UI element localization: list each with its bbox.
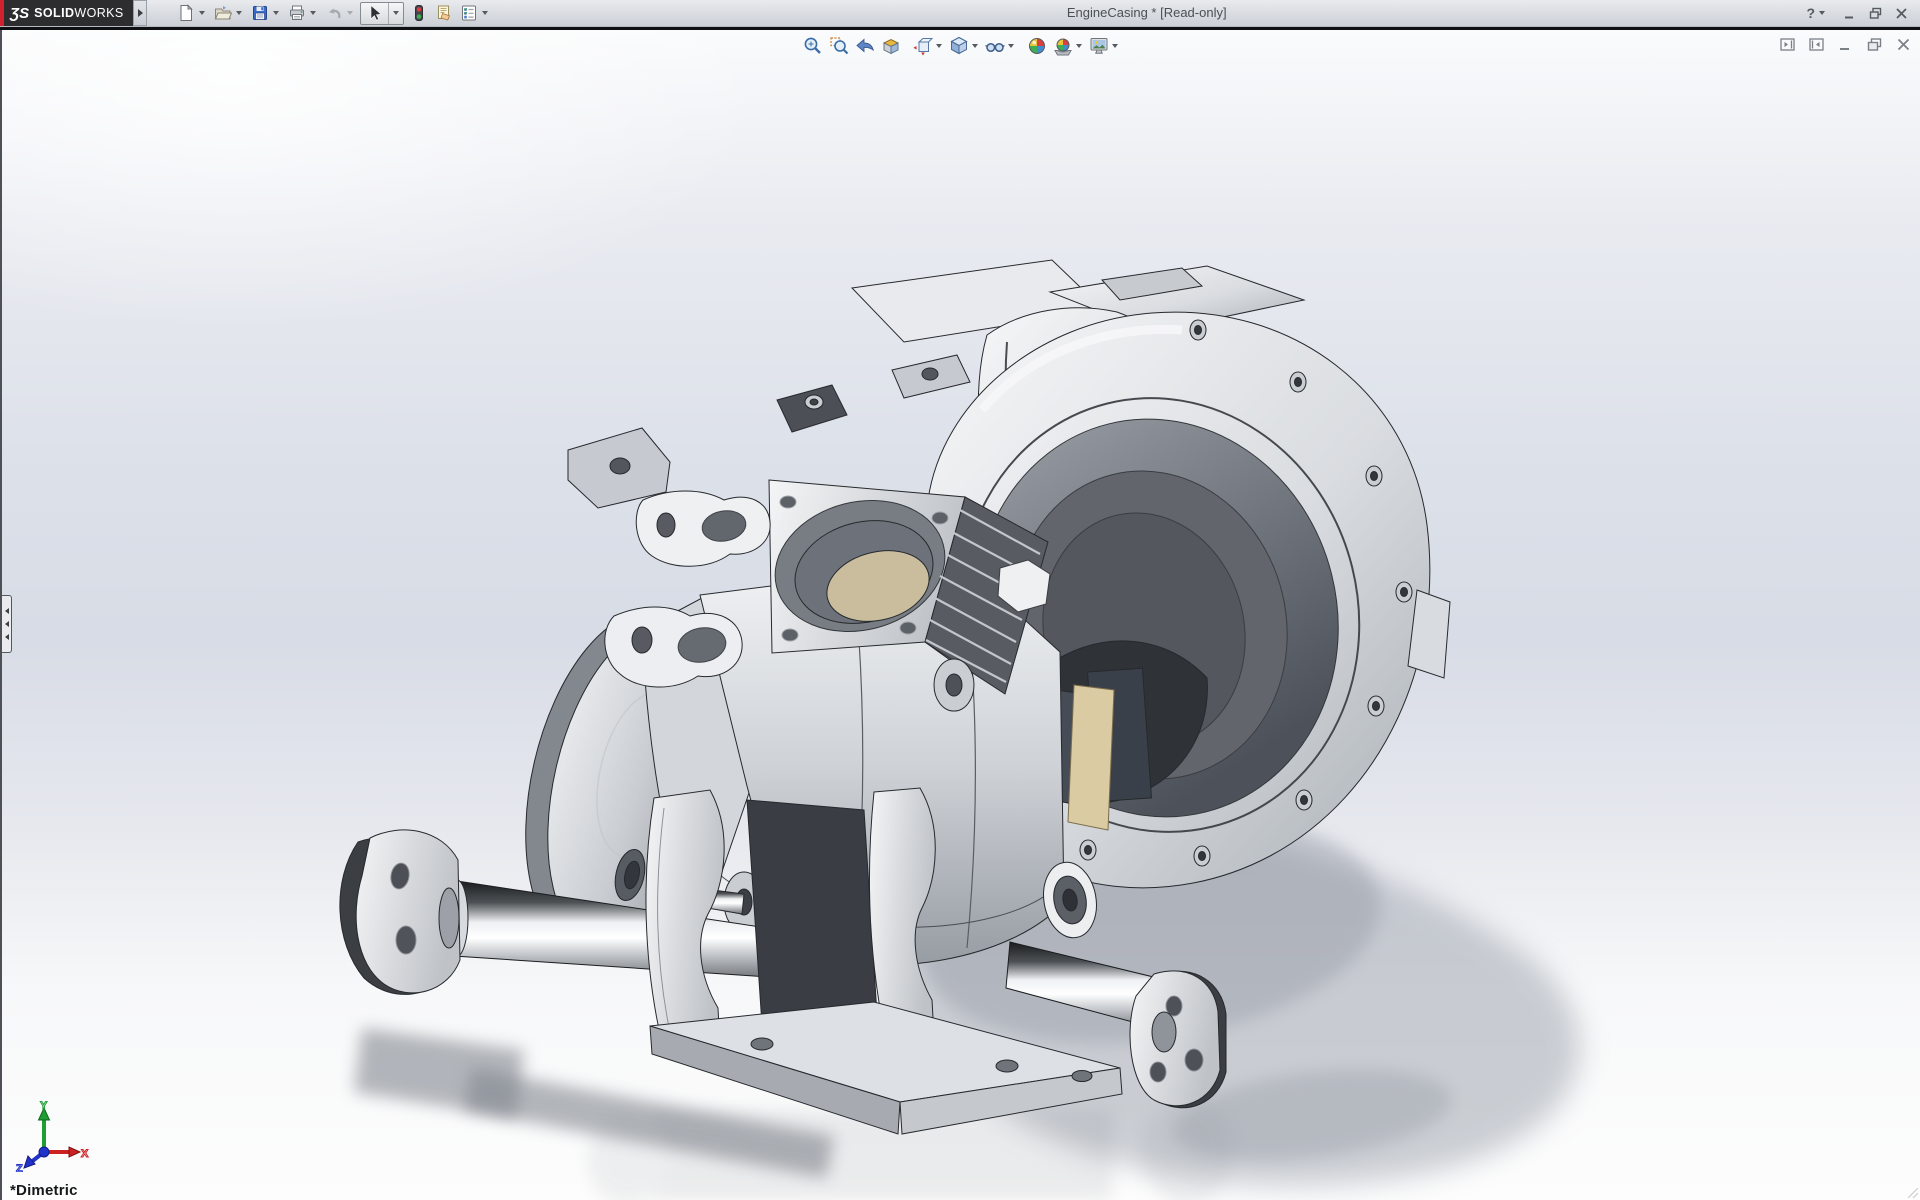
dropdown-caret-icon[interactable] [310, 11, 316, 15]
help-icon: ? [1806, 5, 1815, 21]
restore-document-icon [1867, 38, 1882, 51]
zoom-to-fit-button[interactable] [800, 33, 826, 59]
new-document-button[interactable] [173, 1, 198, 25]
dropdown-caret-icon[interactable] [1819, 11, 1825, 15]
engine-casing-model[interactable] [2, 30, 1920, 1200]
triad-x-label: X [81, 1148, 89, 1160]
triad-y-label: Y [40, 1100, 48, 1112]
apply-scene-button[interactable] [1050, 33, 1076, 59]
main-toolbar [173, 0, 493, 26]
view-orientation-icon [913, 38, 934, 56]
edit-appearance-button[interactable] [1024, 33, 1050, 59]
resize-grip[interactable] [1908, 1188, 1918, 1198]
display-style-icon [950, 36, 968, 55]
select-tool-button[interactable] [361, 1, 386, 25]
options-button[interactable] [456, 1, 481, 25]
dropdown-caret-icon[interactable] [1076, 44, 1082, 48]
document-window-controls [1779, 36, 1912, 53]
dropdown-caret-icon[interactable] [236, 11, 242, 15]
rebuild-button[interactable] [406, 1, 431, 25]
solidworks-logo-mark-icon: ƷS [10, 4, 30, 22]
chevron-left-icon [4, 621, 9, 627]
close-document-button[interactable] [1895, 36, 1912, 53]
titlebar: ƷS SOLIDWORKS EngineCasing * [Read-only]… [0, 0, 1920, 27]
collapse-pane-right-button[interactable] [1808, 36, 1825, 53]
solidworks-logo-text: SOLIDWORKS [34, 6, 124, 20]
undo-button[interactable] [321, 1, 346, 25]
reference-triad: Y X Z [16, 1100, 90, 1172]
zoom-to-fit-icon [804, 37, 821, 54]
hide-show-items-icon [985, 42, 1005, 53]
select-cursor-icon [370, 4, 382, 21]
file-properties-icon [437, 5, 450, 21]
dropdown-caret-icon[interactable] [273, 11, 279, 15]
graphics-area[interactable]: Y X Z *Dimetric [0, 30, 1920, 1200]
collapse-pane-left-icon [1780, 38, 1795, 51]
zoom-to-area-icon [830, 37, 849, 55]
minimize-document-icon [1840, 48, 1849, 50]
display-style-button[interactable] [946, 33, 972, 59]
window-title: EngineCasing * [Read-only] [1066, 5, 1227, 20]
close-window-button[interactable] [1895, 7, 1908, 20]
triad-z-label: Z [16, 1163, 23, 1172]
divider [388, 2, 389, 24]
menu-flyout-button[interactable] [133, 0, 147, 26]
minimize-window-button[interactable] [1843, 7, 1856, 20]
section-view-button[interactable] [878, 33, 904, 59]
view-orientation-label: *Dimetric [10, 1182, 78, 1199]
apply-scene-icon [1054, 38, 1072, 56]
print-button[interactable] [284, 1, 309, 25]
open-document-button[interactable] [210, 1, 235, 25]
restore-window-button[interactable] [1869, 7, 1882, 20]
rebuild-traffic-light-icon [414, 5, 423, 21]
dropdown-caret-icon[interactable] [393, 11, 399, 15]
dropdown-caret-icon[interactable] [972, 44, 978, 48]
chevron-left-icon [4, 608, 9, 614]
close-document-icon [1897, 38, 1910, 51]
minimize-icon [1845, 16, 1853, 18]
dropdown-caret-icon[interactable] [1008, 44, 1014, 48]
section-view-icon [882, 38, 900, 55]
edit-appearance-icon [1029, 38, 1045, 54]
undo-icon [328, 8, 340, 19]
chevron-left-icon [4, 634, 9, 640]
help-button[interactable]: ? [1806, 5, 1830, 21]
minimize-document-button[interactable] [1837, 36, 1854, 53]
open-folder-icon [214, 6, 232, 20]
headsup-view-toolbar [800, 33, 1122, 59]
close-icon [1896, 7, 1907, 19]
zoom-to-area-button[interactable] [826, 33, 852, 59]
options-icon [461, 5, 476, 21]
view-settings-icon [1090, 38, 1108, 54]
feature-manager-collapsed-tab[interactable] [2, 595, 12, 653]
dropdown-caret-icon[interactable] [1112, 44, 1118, 48]
dropdown-caret-icon[interactable] [199, 11, 205, 15]
solidworks-logo: ƷS SOLIDWORKS [0, 0, 133, 26]
previous-view-button[interactable] [852, 33, 878, 59]
dropdown-caret-icon[interactable] [347, 11, 353, 15]
select-tool-group[interactable] [360, 1, 404, 25]
save-button[interactable] [247, 1, 272, 25]
collapse-pane-right-icon [1809, 38, 1824, 51]
flyout-arrow-icon [137, 9, 143, 17]
restore-icon [1869, 7, 1882, 19]
dropdown-caret-icon[interactable] [936, 44, 942, 48]
view-settings-button[interactable] [1086, 33, 1112, 59]
hide-show-items-button[interactable] [982, 33, 1008, 59]
restore-document-button[interactable] [1866, 36, 1883, 53]
previous-view-icon [856, 38, 874, 53]
new-document-icon [180, 4, 193, 21]
titlebar-controls: ? [1800, 0, 1920, 26]
save-icon [252, 6, 267, 20]
logo-red-stripe [0, 0, 4, 26]
view-orientation-button[interactable] [910, 33, 936, 59]
collapse-pane-left-button[interactable] [1779, 36, 1796, 53]
print-icon [289, 5, 304, 20]
file-properties-button[interactable] [431, 1, 456, 25]
dropdown-caret-icon[interactable] [482, 11, 488, 15]
